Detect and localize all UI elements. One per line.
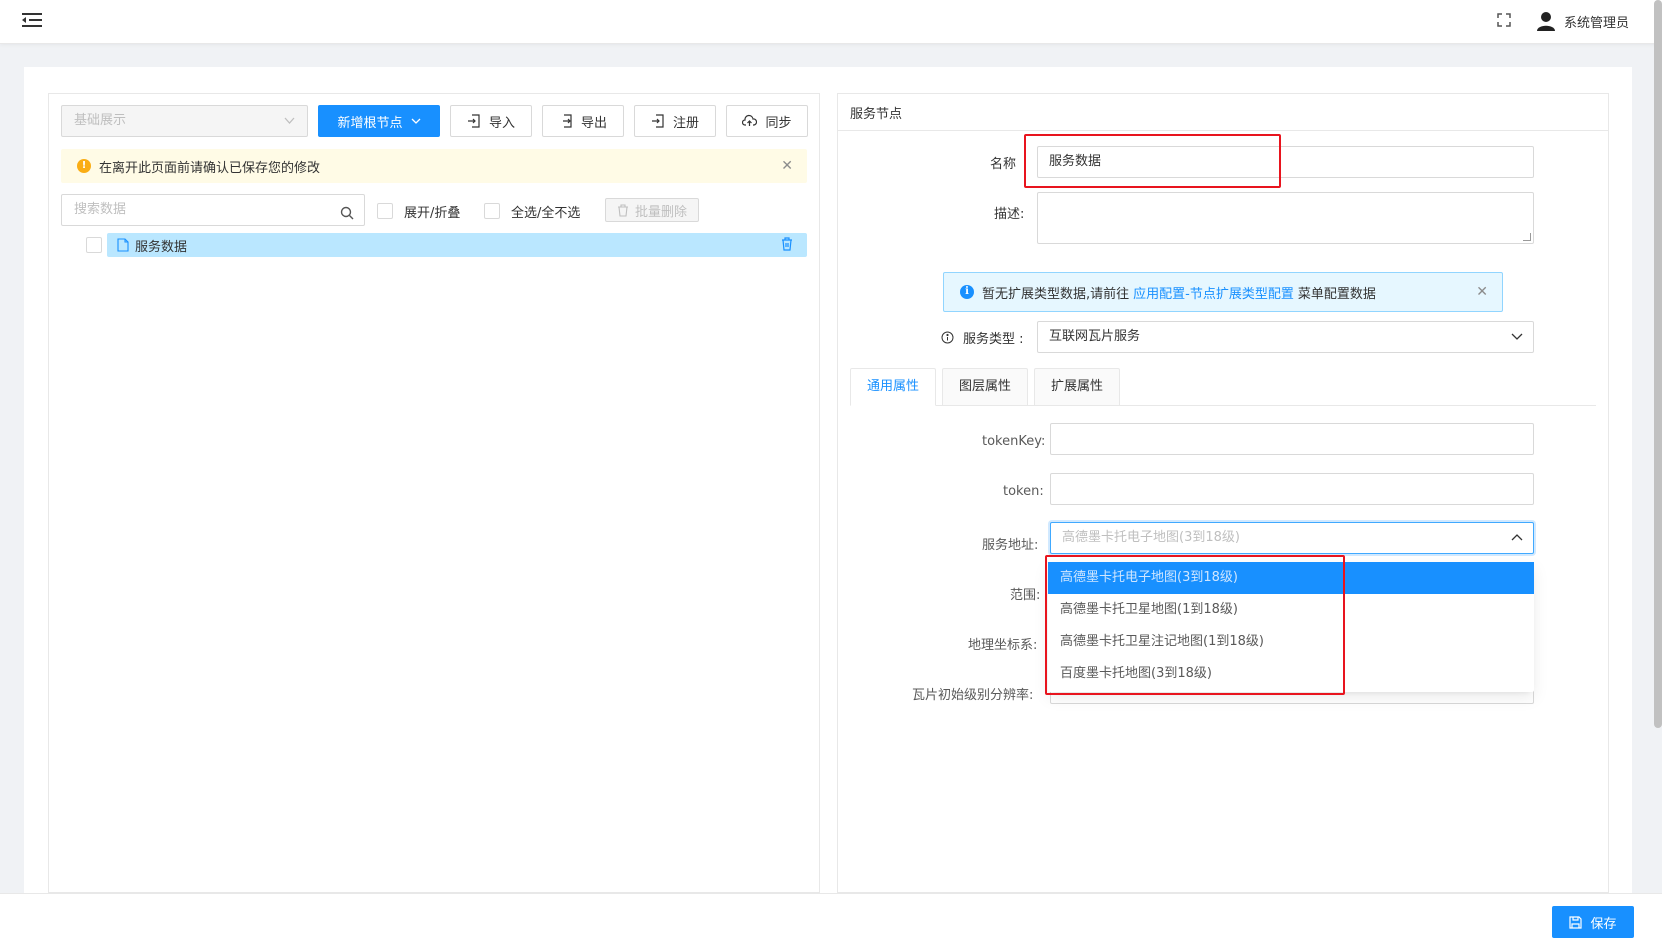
tab-layer[interactable]: 图层属性 bbox=[942, 368, 1029, 406]
exclamation-circle-icon: ! bbox=[77, 159, 91, 173]
tree-item-service-data[interactable]: 服务数据 bbox=[107, 233, 807, 257]
geo-crs-label: 地理坐标系: bbox=[968, 638, 1038, 653]
export-button[interactable]: 导出 bbox=[542, 105, 624, 137]
search-input[interactable]: 搜索数据 bbox=[61, 194, 365, 226]
delete-icon[interactable] bbox=[781, 237, 793, 255]
tree-item-label: 服务数据 bbox=[135, 239, 188, 255]
tab-general[interactable]: 通用属性 bbox=[850, 368, 937, 406]
tab-extension[interactable]: 扩展属性 bbox=[1034, 368, 1121, 406]
page-scrollbar[interactable] bbox=[1654, 0, 1662, 728]
import-button[interactable]: 导入 bbox=[450, 105, 532, 137]
export-label: 导出 bbox=[580, 115, 607, 131]
user-avatar-icon bbox=[1537, 12, 1555, 31]
save-icon bbox=[1569, 915, 1583, 929]
panel-divider bbox=[838, 130, 1608, 131]
description-field[interactable] bbox=[1037, 192, 1534, 244]
tile-resolution-label: 瓦片初始级别分辨率: bbox=[912, 688, 1034, 703]
save-label: 保存 bbox=[1590, 916, 1617, 932]
property-tabs: 通用属性 图层属性 扩展属性 bbox=[850, 368, 1596, 406]
chevron-down-icon bbox=[284, 106, 295, 148]
import-icon bbox=[467, 114, 480, 128]
save-button[interactable]: 保存 bbox=[1552, 906, 1634, 938]
token-key-label: tokenKey: bbox=[982, 434, 1046, 449]
question-circle-icon[interactable] bbox=[941, 331, 954, 348]
batch-delete-button[interactable]: 批量删除 bbox=[605, 198, 699, 222]
service-url-select[interactable]: 高德墨卡托电子地图(3到18级) bbox=[1050, 522, 1534, 554]
fullscreen-icon[interactable] bbox=[1496, 12, 1512, 28]
expand-collapse-checkbox[interactable] bbox=[377, 203, 393, 219]
warning-text: 在离开此页面前请确认已保存您的修改 bbox=[99, 160, 321, 176]
close-icon[interactable]: ✕ bbox=[781, 158, 793, 174]
service-type-select[interactable]: 互联网瓦片服务 bbox=[1037, 321, 1534, 353]
close-icon[interactable]: ✕ bbox=[1476, 284, 1488, 300]
batch-delete-label: 批量删除 bbox=[634, 204, 687, 220]
select-all-checkbox[interactable] bbox=[484, 203, 500, 219]
user-name: 系统管理员 bbox=[1564, 15, 1630, 31]
search-icon[interactable] bbox=[340, 202, 354, 232]
menu-fold-icon[interactable] bbox=[22, 12, 42, 28]
selector-value: 基础展示 bbox=[74, 113, 127, 128]
unsaved-warning-alert: ! 在离开此页面前请确认已保存您的修改 ✕ bbox=[61, 149, 807, 183]
info-circle-icon: i bbox=[960, 285, 974, 299]
register-label: 注册 bbox=[672, 115, 699, 131]
register-icon bbox=[651, 114, 664, 128]
user-menu[interactable]: 系统管理员 bbox=[1536, 8, 1629, 34]
info-text-suffix: 菜单配置数据 bbox=[1297, 286, 1376, 302]
top-header: 系统管理员 bbox=[0, 0, 1662, 44]
chevron-down-icon bbox=[1511, 322, 1523, 364]
resize-handle-icon[interactable] bbox=[1523, 233, 1531, 241]
range-label: 范围: bbox=[1010, 588, 1041, 603]
sync-label: 同步 bbox=[765, 115, 792, 131]
expand-collapse-label: 展开/折叠 bbox=[404, 206, 461, 221]
service-type-label: 服务类型 : bbox=[963, 332, 1024, 347]
highlight-box-dropdown bbox=[1045, 555, 1345, 695]
import-label: 导入 bbox=[488, 115, 515, 131]
display-selector[interactable]: 基础展示 bbox=[61, 105, 308, 137]
service-type-value: 互联网瓦片服务 bbox=[1049, 329, 1141, 344]
panel-title: 服务节点 bbox=[850, 107, 903, 122]
service-url-label: 服务地址: bbox=[982, 538, 1039, 553]
token-key-field[interactable] bbox=[1050, 423, 1534, 455]
name-label: 名称 bbox=[990, 157, 1017, 172]
sync-button[interactable]: 同步 bbox=[726, 105, 808, 137]
add-root-node-button[interactable]: 新增根节点 bbox=[318, 105, 440, 137]
description-label: 描述: bbox=[994, 207, 1025, 222]
chevron-down-icon bbox=[411, 118, 420, 124]
search-placeholder: 搜索数据 bbox=[74, 202, 127, 217]
info-text-prefix: 暂无扩展类型数据,请前往 bbox=[982, 286, 1130, 302]
chevron-up-icon bbox=[1511, 523, 1523, 565]
service-url-placeholder: 高德墨卡托电子地图(3到18级) bbox=[1062, 530, 1240, 545]
register-button[interactable]: 注册 bbox=[634, 105, 716, 137]
token-label: token: bbox=[1003, 484, 1044, 499]
file-icon bbox=[117, 238, 129, 252]
highlight-box-name bbox=[1024, 134, 1281, 188]
token-field[interactable] bbox=[1050, 473, 1534, 505]
select-all-label: 全选/全不选 bbox=[511, 206, 581, 221]
add-root-node-label: 新增根节点 bbox=[337, 115, 403, 131]
bottom-bar bbox=[0, 893, 1662, 948]
tree-item-checkbox[interactable] bbox=[86, 237, 102, 253]
cloud-sync-icon bbox=[742, 114, 758, 126]
info-alert: i 暂无扩展类型数据,请前往 应用配置-节点扩展类型配置 菜单配置数据 ✕ bbox=[943, 272, 1503, 312]
config-link[interactable]: 应用配置-节点扩展类型配置 bbox=[1133, 283, 1294, 302]
trash-icon bbox=[617, 203, 628, 217]
export-icon bbox=[562, 114, 572, 128]
